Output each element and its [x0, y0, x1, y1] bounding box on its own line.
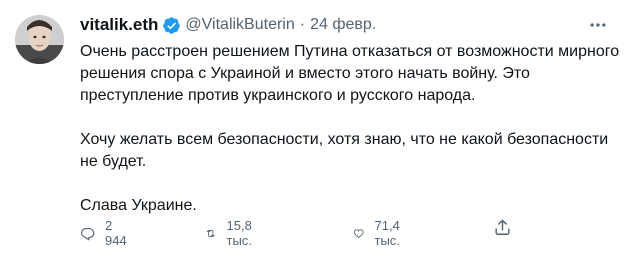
reply-count: 2 944 — [105, 218, 127, 248]
like-count: 71,4 тыс. — [374, 218, 400, 248]
share-button[interactable] — [493, 218, 512, 237]
next-tweet-fragment — [15, 266, 23, 274]
tweet[interactable]: vitalik.eth @VitalikButerin · 24 февр. О… — [0, 0, 640, 274]
tweet-paragraph: Слава Украине. — [80, 197, 197, 214]
separator-dot: · — [299, 16, 306, 33]
author-handle[interactable]: @VitalikButerin — [185, 16, 294, 34]
more-dots-icon — [590, 23, 606, 27]
heart-icon — [353, 228, 364, 238]
tweet-header: vitalik.eth @VitalikButerin · 24 февр. — [80, 14, 376, 36]
tweet-paragraph: Хочу желать всем безопасности, хотя знаю… — [80, 131, 609, 170]
retweet-icon — [206, 229, 215, 237]
like-button[interactable]: 71,4 тыс. — [353, 218, 407, 248]
author-avatar[interactable] — [15, 15, 64, 64]
tweet-paragraph: Очень расстроен решением Путина отказать… — [80, 43, 620, 104]
author-display-name[interactable]: vitalik.eth — [80, 15, 158, 35]
retweet-button[interactable]: 15,8 тыс. — [205, 218, 259, 248]
avatar-photo — [15, 15, 64, 64]
tweet-text: Очень расстроен решением Путина отказать… — [80, 41, 620, 217]
tweet-date[interactable]: 24 февр. — [310, 16, 376, 34]
retweet-count: 15,8 тыс. — [226, 218, 252, 248]
reply-icon — [80, 227, 95, 241]
share-icon — [495, 219, 510, 235]
more-options-button[interactable] — [586, 14, 610, 36]
reply-button[interactable]: 2 944 — [80, 218, 131, 248]
verified-badge-icon — [163, 16, 181, 34]
